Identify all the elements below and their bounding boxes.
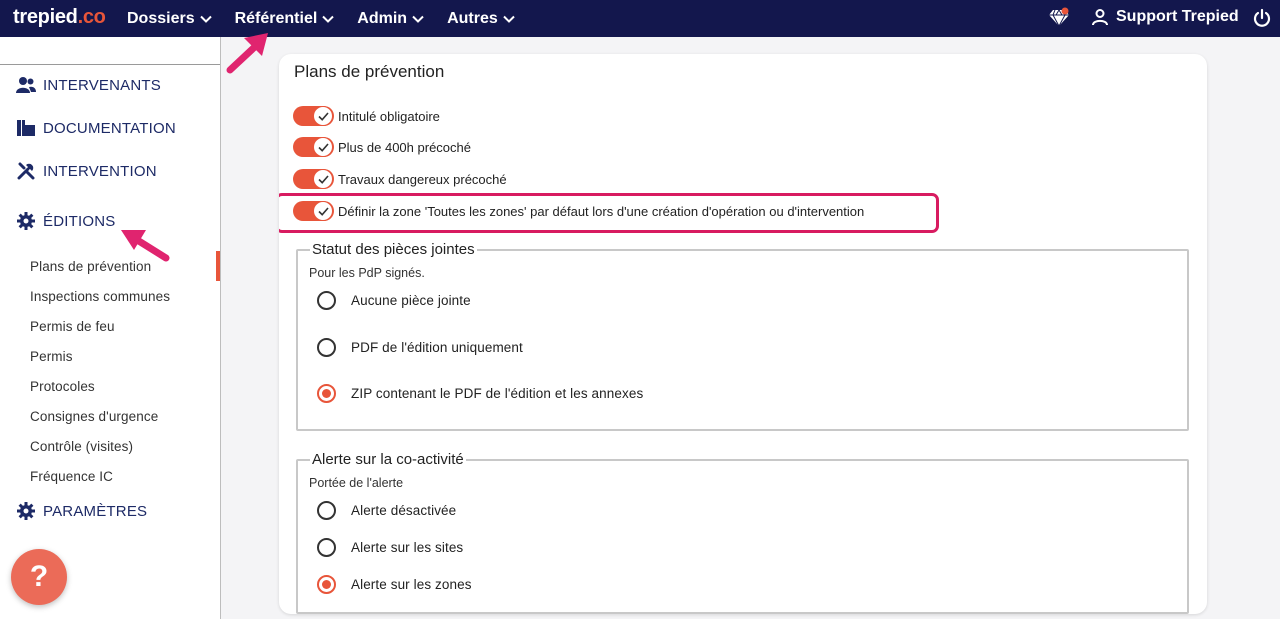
diamond-icon[interactable] [1048,7,1070,32]
sidebar-subitem-protocoles[interactable]: Protocoles [30,379,95,394]
logo[interactable]: trepied.co [13,6,106,29]
annotation-arrow-icon [121,230,170,262]
radio-button[interactable] [317,338,336,357]
help-button[interactable]: ? [11,549,67,605]
books-icon [16,118,36,138]
nav-autres[interactable]: Autres [447,10,516,28]
coactivity-fieldset: Alerte sur la co-activité Portée de l'al… [296,451,1189,614]
gear-icon [16,501,36,521]
radio-button-selected[interactable] [317,384,336,403]
chevron-down-icon [412,15,424,23]
radio-alerte-sites[interactable]: Alerte sur les sites [317,538,463,557]
nav-dossiers[interactable]: Dossiers [127,10,213,28]
sidebar: INTERVENANTS DOCUMENTATION INTERVENTION … [0,37,221,619]
radio-button[interactable] [317,501,336,520]
radio-zip-edition-annexes[interactable]: ZIP contenant le PDF de l'édition et les… [317,384,643,403]
divider [0,64,220,65]
radio-alerte-desactivee[interactable]: Alerte désactivée [317,501,456,520]
sidebar-subitem-frequence-ic[interactable]: Fréquence IC [30,469,113,484]
check-icon [317,111,329,121]
toggle-intitule-obligatoire[interactable]: Intitulé obligatoire [293,106,440,126]
users-icon [16,75,36,95]
chevron-down-icon [199,15,212,23]
toggle-switch[interactable] [293,169,334,189]
tools-icon [16,161,36,181]
toggle-plus-de-400h[interactable]: Plus de 400h précoché [293,137,471,157]
toggle-travaux-dangereux[interactable]: Travaux dangereux précoché [293,169,507,189]
radio-aucune-piece-jointe[interactable]: Aucune pièce jointe [317,291,471,310]
user-menu[interactable]: Support Trepied [1091,8,1239,26]
fieldset-hint: Portée de l'alerte [309,476,404,490]
toggle-switch[interactable] [293,137,334,157]
sidebar-subitem-controle-visites[interactable]: Contrôle (visites) [30,439,133,454]
chevron-down-icon [503,15,515,23]
radio-pdf-edition[interactable]: PDF de l'édition uniquement [317,338,523,357]
sidebar-item-parametres[interactable]: PARAMÈTRES [16,501,147,521]
radio-button[interactable] [317,538,336,557]
fieldset-legend: Alerte sur la co-activité [310,451,466,468]
sidebar-subitem-consignes-urgence[interactable]: Consignes d'urgence [30,409,158,424]
check-icon [317,174,329,184]
annotation-highlight-box [279,193,939,233]
sidebar-item-documentation[interactable]: DOCUMENTATION [16,118,176,138]
sidebar-item-editions[interactable]: ÉDITIONS [16,211,115,231]
sidebar-item-intervention[interactable]: INTERVENTION [16,161,157,181]
radio-button-selected[interactable] [317,575,336,594]
settings-card: Plans de prévention Intitulé obligatoire… [279,54,1207,614]
nav-referentiel[interactable]: Référentiel [235,10,336,28]
toggle-switch[interactable] [293,106,334,126]
top-bar: trepied.co Dossiers Référentiel Admin Au… [0,0,1280,37]
annotation-arrow-icon [226,33,268,74]
radio-alerte-zones[interactable]: Alerte sur les zones [317,575,472,594]
card-title: Plans de prévention [294,62,445,81]
fieldset-hint: Pour les PdP signés. [309,266,425,280]
sidebar-subitem-inspections-communes[interactable]: Inspections communes [30,289,170,304]
sidebar-subitem-permis-de-feu[interactable]: Permis de feu [30,319,115,334]
radio-button[interactable] [317,291,336,310]
nav-admin[interactable]: Admin [357,10,425,28]
active-indicator [216,251,220,281]
fieldset-legend: Statut des pièces jointes [310,241,477,258]
attachments-fieldset: Statut des pièces jointes Pour les PdP s… [296,241,1189,431]
scrolled-text-fragment [300,31,520,37]
gear-icon [16,211,36,231]
sidebar-subitem-permis[interactable]: Permis [30,349,73,364]
user-name: Support Trepied [1116,8,1239,25]
power-icon[interactable] [1252,8,1272,33]
chevron-down-icon [322,15,335,23]
user-icon [1092,9,1108,26]
sidebar-item-intervenants[interactable]: INTERVENANTS [16,75,161,95]
check-icon [317,142,329,152]
